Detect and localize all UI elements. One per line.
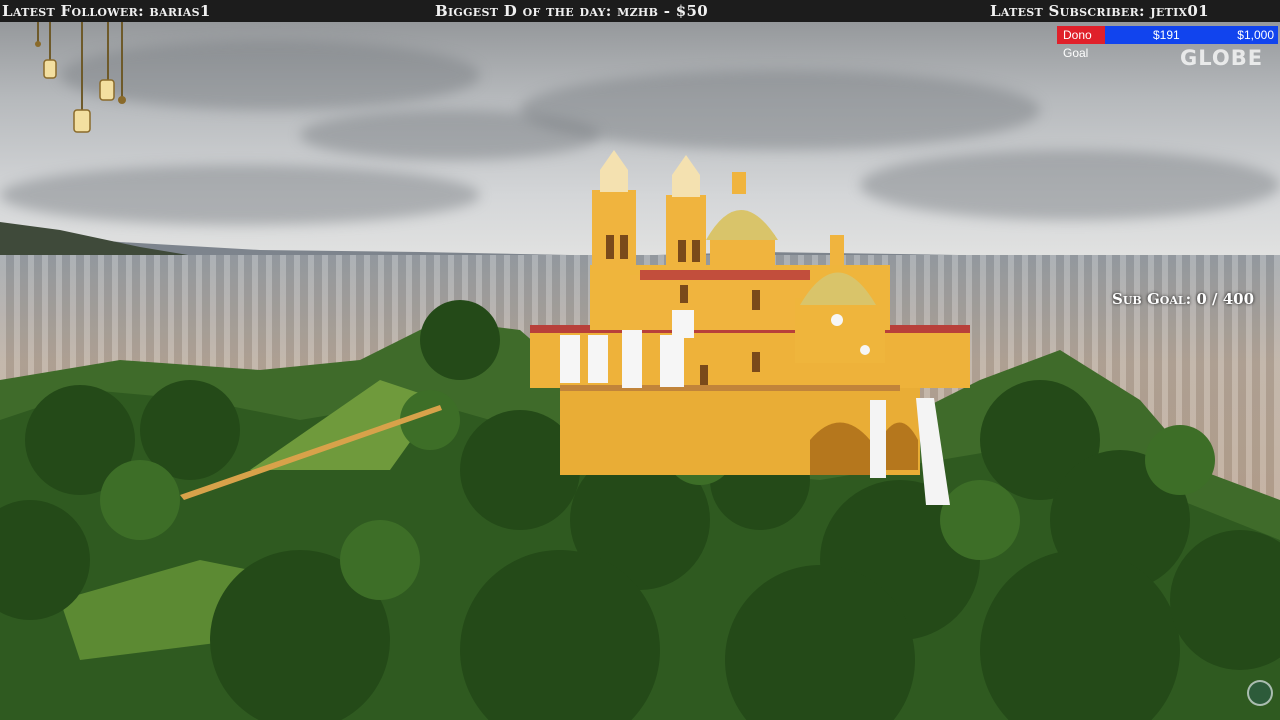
donation-goal-target: $1,000 (1237, 28, 1274, 42)
latest-follower-text: Latest Follower: barias1 (2, 2, 211, 20)
channel-globe-logo-icon (1247, 680, 1273, 706)
channel-watermark: GLOBE (1180, 46, 1264, 70)
biggest-donation-text: Biggest D of the day: mzhb - $50 (435, 2, 708, 20)
donation-goal-label: Dono Goal (1057, 26, 1105, 60)
stream-video-frame (0, 0, 1280, 720)
donation-goal-current: $191 (1153, 28, 1180, 42)
hilltop-church (530, 150, 970, 505)
subscriber-goal-text: Sub Goal: 0 / 400 (1112, 290, 1255, 308)
hanging-lantern-icon (35, 22, 126, 133)
latest-subscriber-text: Latest Subscriber: jetix01 (990, 2, 1209, 20)
cloud (0, 165, 480, 225)
stream-overlay-top-bar: Latest Follower: barias1 Biggest D of th… (0, 0, 1280, 22)
donation-goal-bar: Dono Goal $191 $1,000 (1057, 26, 1278, 60)
